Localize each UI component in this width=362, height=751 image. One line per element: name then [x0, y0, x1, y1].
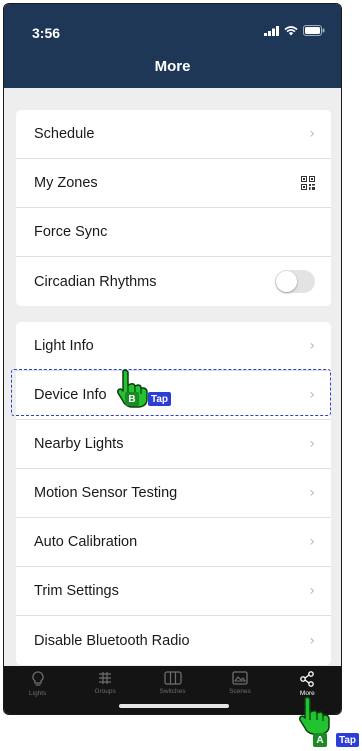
menu-item-label: Nearby Lights: [34, 436, 124, 452]
settings-group-general: Schedule › My Zones Force Sync Circadian…: [16, 110, 331, 306]
tab-label: Lights: [29, 690, 47, 697]
phone-screen: 3:56 More Schedule › My Zones Force Sync…: [3, 3, 342, 715]
menu-item-schedule[interactable]: Schedule ›: [16, 110, 331, 159]
menu-item-label: My Zones: [34, 175, 98, 191]
chevron-right-icon: ›: [309, 534, 315, 550]
tab-label: Switches: [159, 688, 186, 695]
step-b-badge: B: [125, 392, 139, 406]
qr-code-icon[interactable]: [301, 176, 315, 190]
menu-item-label: Schedule: [34, 126, 95, 142]
settings-group-devices: Light Info › Device Info › Nearby Lights…: [16, 322, 331, 665]
chevron-right-icon: ›: [309, 338, 315, 354]
chevron-right-icon: ›: [309, 485, 315, 501]
menu-item-force-sync[interactable]: Force Sync: [16, 208, 331, 257]
share-icon: [300, 671, 315, 687]
page-title: More: [154, 58, 191, 75]
circadian-rhythms-toggle[interactable]: [275, 270, 315, 293]
menu-item-trim-settings[interactable]: Trim Settings ›: [16, 567, 331, 616]
app-header: 3:56 More: [4, 4, 341, 88]
tab-label: Groups: [94, 688, 116, 695]
chevron-right-icon: ›: [309, 387, 315, 403]
signal-icon: [264, 25, 279, 36]
step-b-tap-label: Tap: [148, 392, 172, 406]
chevron-right-icon: ›: [309, 436, 315, 452]
battery-icon: [303, 25, 325, 36]
menu-item-device-info[interactable]: Device Info ›: [16, 371, 331, 420]
menu-item-label: Circadian Rhythms: [34, 273, 157, 290]
wifi-icon: [284, 25, 298, 35]
scenes-icon: [232, 671, 248, 685]
menu-item-label: Force Sync: [34, 224, 108, 240]
pointing-hand-icon: [299, 696, 330, 735]
tab-lights[interactable]: Lights: [4, 666, 71, 714]
menu-item-label: Light Info: [34, 338, 94, 354]
menu-item-circadian-rhythms: Circadian Rhythms: [16, 257, 331, 306]
menu-item-disable-bluetooth-radio[interactable]: Disable Bluetooth Radio ›: [16, 616, 331, 665]
switches-icon: [163, 671, 182, 685]
menu-item-motion-sensor-testing[interactable]: Motion Sensor Testing ›: [16, 469, 331, 518]
menu-item-nearby-lights[interactable]: Nearby Lights ›: [16, 420, 331, 469]
chevron-right-icon: ›: [309, 583, 315, 599]
chevron-right-icon: ›: [309, 126, 315, 142]
menu-item-light-info[interactable]: Light Info ›: [16, 322, 331, 371]
menu-item-label: Auto Calibration: [34, 534, 138, 550]
toggle-knob: [276, 271, 297, 292]
status-icons: [264, 25, 325, 36]
step-a-badge: A: [313, 733, 327, 747]
menu-item-label: Disable Bluetooth Radio: [34, 632, 190, 649]
groups-icon: [99, 672, 112, 684]
home-indicator: [119, 704, 229, 708]
status-time: 3:56: [32, 25, 61, 41]
menu-item-my-zones[interactable]: My Zones: [16, 159, 331, 208]
menu-item-label: Device Info: [34, 387, 107, 403]
menu-item-auto-calibration[interactable]: Auto Calibration ›: [16, 518, 331, 567]
step-a-tap-label: Tap: [336, 733, 360, 747]
tab-label: Scenes: [229, 688, 251, 695]
menu-item-label: Motion Sensor Testing: [34, 485, 178, 501]
chevron-right-icon: ›: [309, 632, 315, 649]
bulb-icon: [32, 671, 44, 686]
tab-bar: Lights Groups Switches Scenes More: [4, 666, 341, 714]
menu-item-label: Trim Settings: [34, 583, 119, 599]
